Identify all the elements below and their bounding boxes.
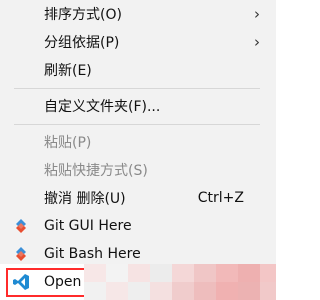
menu-item-undo-delete[interactable]: 撤消 删除(U) Ctrl+Z <box>0 184 276 212</box>
menu-item-refresh[interactable]: 刷新(E) <box>0 56 276 84</box>
context-menu: 排序方式(O) › 分组依据(P) › 刷新(E) 自定义文件夹(F)... 粘… <box>0 0 276 300</box>
chevron-right-icon: › <box>254 33 260 51</box>
menu-item-label: 粘贴(P) <box>44 135 92 151</box>
menu-item-customize-folder[interactable]: 自定义文件夹(F)... <box>0 92 276 120</box>
menu-item-sort-by[interactable]: 排序方式(O) › <box>0 0 276 28</box>
redacted-region <box>84 264 276 300</box>
menu-item-label: Git GUI Here <box>44 218 132 234</box>
menu-item-label: Git Bash Here <box>44 246 141 262</box>
menu-item-group-by[interactable]: 分组依据(P) › <box>0 28 276 56</box>
menu-item-paste-shortcut[interactable]: 粘贴快捷方式(S) <box>0 156 276 184</box>
menu-item-paste[interactable]: 粘贴(P) <box>0 128 276 156</box>
git-icon <box>12 217 30 235</box>
menu-item-git-gui-here[interactable]: Git GUI Here <box>0 212 276 240</box>
menu-item-label: 分组依据(P) <box>44 35 120 51</box>
menu-item-label: 刷新(E) <box>44 63 92 79</box>
menu-separator <box>14 88 260 89</box>
menu-item-label: 撤消 删除(U) <box>44 191 126 207</box>
menu-item-label: 粘贴快捷方式(S) <box>44 163 148 179</box>
chevron-right-icon: › <box>254 5 260 23</box>
menu-item-label: 自定义文件夹(F)... <box>44 99 161 115</box>
menu-separator <box>14 124 260 125</box>
menu-item-label: 排序方式(O) <box>44 7 122 23</box>
git-icon <box>12 245 30 263</box>
menu-item-shortcut: Ctrl+Z <box>197 190 244 206</box>
